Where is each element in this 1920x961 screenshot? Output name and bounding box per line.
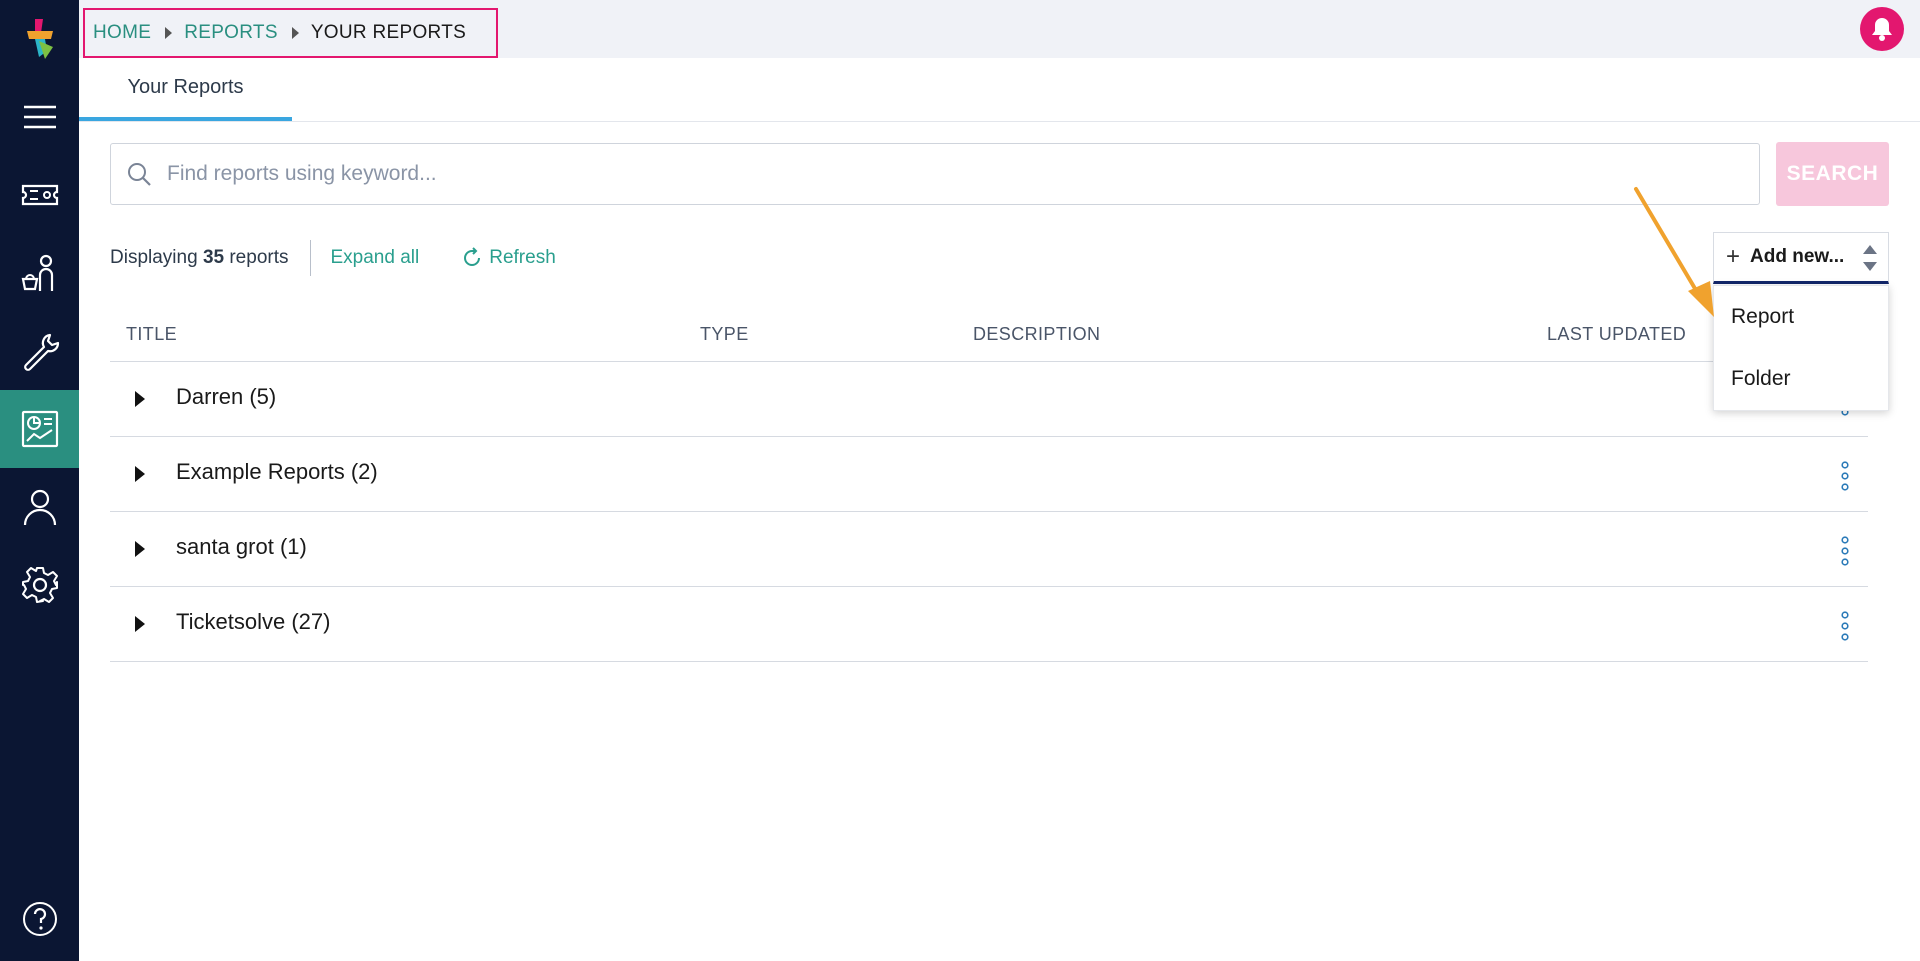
sidebar-item-help[interactable] xyxy=(0,880,79,958)
count-suffix: reports xyxy=(229,247,289,268)
sidebar-item-user[interactable] xyxy=(0,468,79,546)
toolbar-divider xyxy=(309,240,311,276)
column-description[interactable]: DESCRIPTION xyxy=(973,324,1100,345)
breadcrumb: HOME REPORTS YOUR REPORTS xyxy=(83,8,499,58)
refresh-button[interactable]: Refresh xyxy=(461,247,556,269)
folder-title[interactable]: santa grot (1) xyxy=(176,534,307,560)
bell-icon xyxy=(1872,18,1892,41)
expand-caret-icon[interactable] xyxy=(135,616,145,632)
add-new-dropdown-menu: Report Folder xyxy=(1713,285,1889,411)
more-options-icon[interactable] xyxy=(1840,611,1850,641)
menu-icon xyxy=(23,105,56,129)
sidebar xyxy=(0,0,79,961)
reports-table: TITLE TYPE DESCRIPTION LAST UPDATED Darr… xyxy=(110,310,1868,662)
sidebar-item-reports[interactable] xyxy=(0,390,79,468)
folder-title[interactable]: Darren (5) xyxy=(176,384,276,410)
refresh-label: Refresh xyxy=(489,247,556,268)
sidebar-item-tickets[interactable] xyxy=(0,156,79,234)
more-options-icon[interactable] xyxy=(1840,536,1850,566)
reports-icon xyxy=(21,410,58,448)
sidebar-item-settings[interactable] xyxy=(0,546,79,624)
menu-item-report[interactable]: Report xyxy=(1714,286,1888,348)
ticket-icon xyxy=(21,184,58,206)
table-row[interactable]: Ticketsolve (27) xyxy=(110,587,1868,662)
notifications-button[interactable] xyxy=(1860,7,1904,51)
breadcrumb-reports[interactable]: REPORTS xyxy=(184,22,278,44)
column-last-updated[interactable]: LAST UPDATED xyxy=(1547,324,1686,345)
plus-icon: + xyxy=(1726,243,1741,270)
tools-icon xyxy=(23,333,59,371)
expand-caret-icon[interactable] xyxy=(135,466,145,482)
folder-title[interactable]: Example Reports (2) xyxy=(176,459,378,485)
expand-caret-icon[interactable] xyxy=(135,391,145,407)
sidebar-item-tools[interactable] xyxy=(0,312,79,390)
table-header: TITLE TYPE DESCRIPTION LAST UPDATED xyxy=(110,310,1868,362)
expand-all-link[interactable]: Expand all xyxy=(331,247,420,269)
help-icon xyxy=(22,902,57,936)
search-input[interactable] xyxy=(167,162,1727,186)
breadcrumb-separator-icon xyxy=(291,27,299,39)
sidebar-item-customers[interactable] xyxy=(0,234,79,312)
sidebar-item-menu[interactable] xyxy=(0,78,79,156)
add-new-label: Add new... xyxy=(1750,246,1845,267)
annotation-arrow-icon xyxy=(1634,187,1714,317)
app-root: HOME REPORTS YOUR REPORTS Your Reports S… xyxy=(0,0,1920,961)
settings-icon xyxy=(21,567,58,603)
breadcrumb-separator-icon xyxy=(165,27,173,39)
add-new-select[interactable]: + Add new... xyxy=(1713,232,1889,284)
count-prefix: Displaying xyxy=(110,247,198,268)
report-count-text: Displaying 35 reports xyxy=(110,247,289,269)
search-icon xyxy=(128,163,151,186)
report-toolbar: Displaying 35 reports Expand all Refresh xyxy=(110,240,556,276)
column-title[interactable]: TITLE xyxy=(126,324,177,345)
select-arrows-icon xyxy=(1863,245,1877,271)
expand-caret-icon[interactable] xyxy=(135,541,145,557)
user-icon xyxy=(23,489,56,526)
search-box xyxy=(110,143,1760,205)
report-count: 35 xyxy=(202,247,225,268)
folder-title[interactable]: Ticketsolve (27) xyxy=(176,609,330,635)
table-row[interactable]: Example Reports (2) xyxy=(110,437,1868,512)
brand-logo[interactable] xyxy=(0,0,79,78)
logo-icon xyxy=(26,19,53,59)
menu-item-folder[interactable]: Folder xyxy=(1714,348,1888,410)
table-row[interactable]: Darren (5) xyxy=(110,362,1868,437)
column-type[interactable]: TYPE xyxy=(700,324,749,345)
table-row[interactable]: santa grot (1) xyxy=(110,512,1868,587)
refresh-icon xyxy=(464,247,481,266)
breadcrumb-home[interactable]: HOME xyxy=(93,22,151,44)
more-options-icon[interactable] xyxy=(1840,461,1850,491)
search-button[interactable]: SEARCH xyxy=(1776,142,1889,206)
breadcrumb-current: YOUR REPORTS xyxy=(310,22,467,43)
top-bar: HOME REPORTS YOUR REPORTS xyxy=(79,0,1920,58)
customers-icon xyxy=(21,254,53,291)
tab-bar: Your Reports xyxy=(79,58,1920,122)
tab-your-reports[interactable]: Your Reports xyxy=(79,58,292,121)
